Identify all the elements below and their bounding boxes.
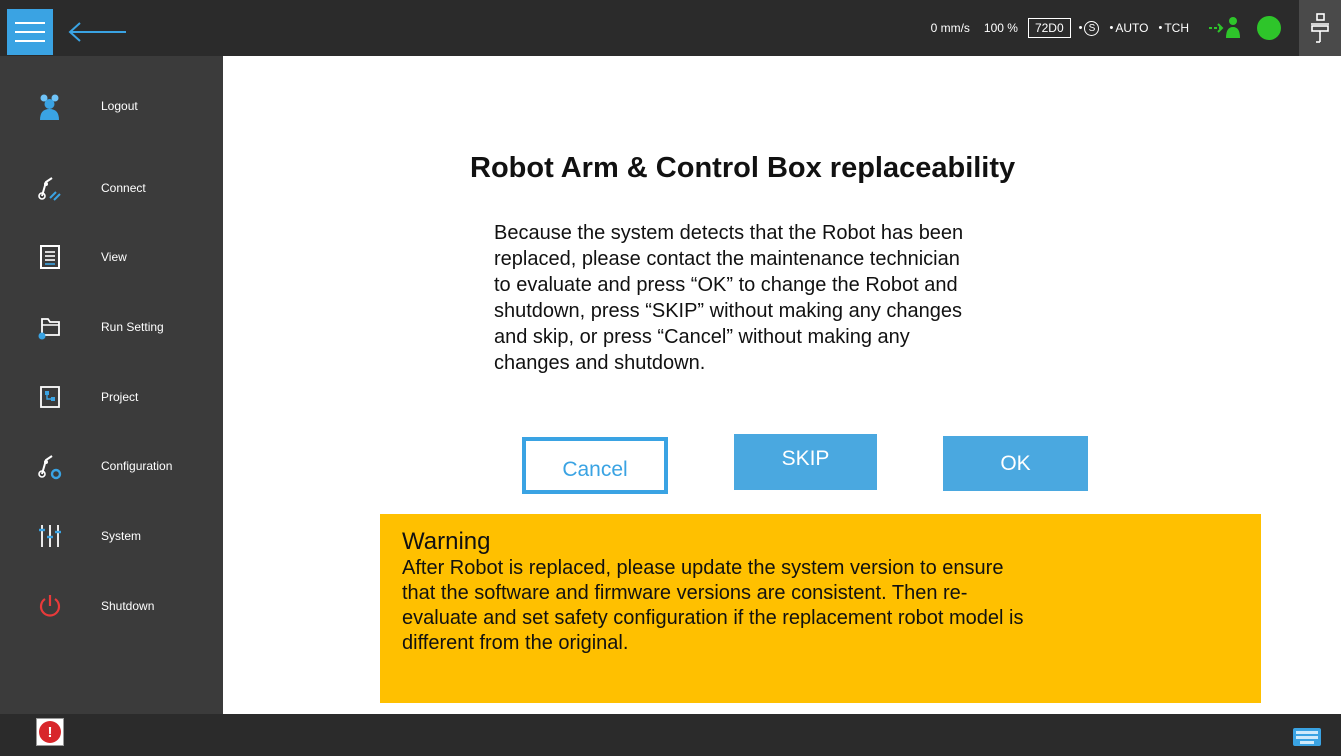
dialog-message: Because the system detects that the Robo… — [494, 222, 964, 374]
teach-pendant-button[interactable] — [1299, 0, 1341, 56]
alert-icon: ! — [39, 721, 61, 743]
view-icon — [36, 243, 64, 271]
sidebar-item-label: Logout — [101, 99, 138, 113]
user-status-icon[interactable] — [1209, 15, 1243, 42]
bottom-bar: ! — [0, 714, 1341, 756]
sidebar-item-view[interactable]: View — [0, 237, 223, 277]
speed-percent: 100 % — [983, 21, 1018, 35]
cancel-button[interactable]: Cancel — [522, 437, 668, 494]
sliders-icon — [36, 522, 64, 550]
hamburger-menu-button[interactable] — [7, 9, 53, 55]
speed-readout: 0 mm/s — [930, 21, 970, 35]
sidebar-item-label: Run Setting — [101, 320, 164, 334]
tch-mode-indicator: • TCH — [1158, 21, 1189, 35]
replaceability-dialog: Robot Arm & Control Box replaceability B… — [223, 56, 1341, 714]
warning-box: Warning After Robot is replaced, please … — [380, 514, 1261, 703]
sidebar-item-label: System — [101, 529, 142, 543]
connect-icon — [36, 174, 64, 202]
menu-line — [15, 31, 45, 33]
safety-mode-indicator: • S — [1079, 20, 1100, 36]
sidebar-item-project[interactable]: Project — [0, 377, 223, 417]
warning-text: After Robot is replaced, please update t… — [402, 557, 1024, 654]
configuration-icon — [36, 452, 64, 480]
users-icon — [36, 92, 64, 120]
sidebar: Logout Connect View Run Setting Project … — [0, 56, 223, 714]
keyboard-icon[interactable] — [1293, 728, 1321, 746]
run-setting-icon — [36, 313, 64, 341]
alert-button[interactable]: ! — [36, 718, 64, 746]
auto-mode-indicator: • AUTO — [1109, 21, 1149, 35]
back-arrow-button[interactable] — [66, 18, 128, 46]
warning-title: Warning — [402, 528, 491, 555]
top-bar: 0 mm/s 100 % 72D0 • S • AUTO • TCH — [0, 0, 1341, 56]
robot-arm-icon — [1311, 13, 1329, 43]
sidebar-item-label: Shutdown — [101, 599, 155, 613]
auto-label: AUTO — [1115, 21, 1149, 35]
dialog-title: Robot Arm & Control Box replaceability — [470, 152, 1016, 184]
status-area: 0 mm/s 100 % 72D0 • S • AUTO • TCH — [931, 0, 1341, 56]
sidebar-item-connect[interactable]: Connect — [0, 168, 223, 208]
sidebar-item-shutdown[interactable]: Shutdown — [0, 586, 223, 626]
sidebar-item-run-setting[interactable]: Run Setting — [0, 307, 223, 347]
sidebar-item-label: Configuration — [101, 459, 173, 473]
menu-line — [15, 40, 45, 42]
sidebar-item-label: View — [101, 250, 127, 264]
tch-label: TCH — [1164, 21, 1189, 35]
project-icon — [36, 383, 64, 411]
sidebar-item-logout[interactable]: Logout — [0, 86, 223, 126]
sidebar-item-configuration[interactable]: Configuration — [0, 446, 223, 486]
menu-line — [15, 22, 45, 24]
sidebar-item-system[interactable]: System — [0, 516, 223, 556]
safety-s-icon: S — [1084, 20, 1100, 36]
sidebar-item-label: Connect — [101, 181, 146, 195]
ok-button[interactable]: OK — [943, 436, 1088, 491]
back-arrow-icon — [68, 22, 126, 42]
project-code-badge: 72D0 — [1027, 18, 1071, 38]
connection-status-light — [1257, 16, 1281, 40]
skip-button[interactable]: SKIP — [734, 434, 877, 490]
power-icon — [36, 592, 64, 620]
sidebar-item-label: Project — [101, 390, 139, 404]
